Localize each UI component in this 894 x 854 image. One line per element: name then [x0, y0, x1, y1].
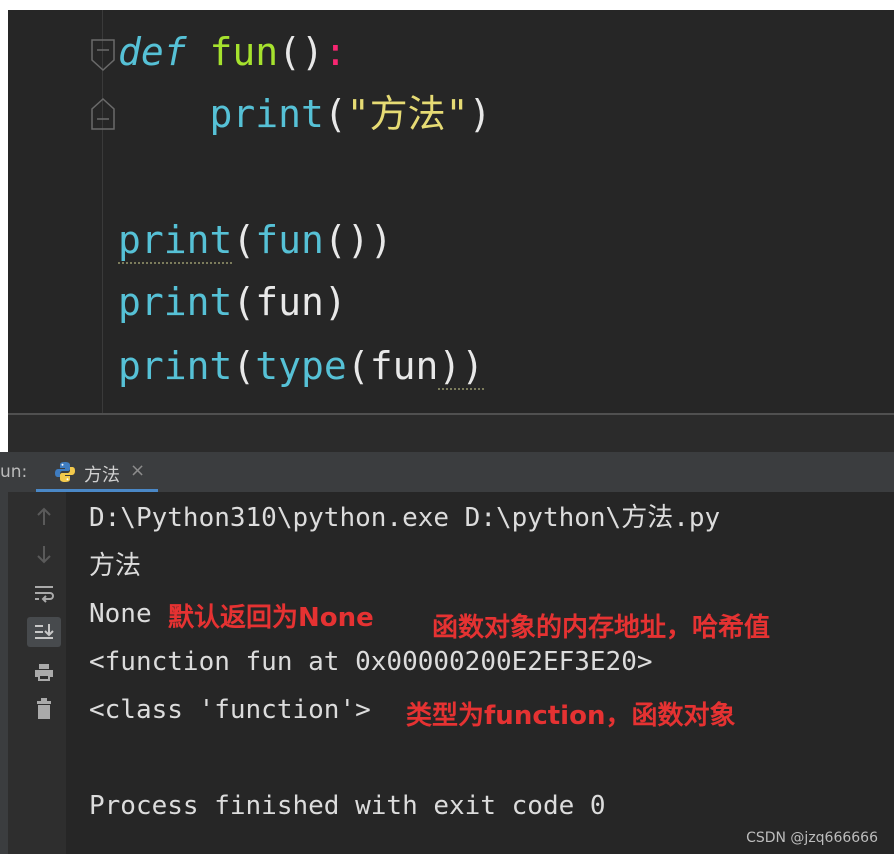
function-name: fun	[209, 30, 279, 74]
print-call: print	[209, 92, 324, 136]
code-line-1: def fun():	[118, 30, 347, 74]
console-line: <function fun at 0x00000200E2EF3E20>	[89, 647, 653, 677]
close-paren: )	[323, 280, 347, 324]
open-paren: (	[346, 344, 370, 388]
console-line: 方法	[89, 551, 142, 581]
code-line-2: print("方法")	[118, 92, 492, 136]
arrow-up-icon[interactable]	[27, 502, 61, 532]
tab-label: 方法	[84, 465, 120, 486]
console-line: <class 'function'>	[89, 695, 371, 725]
open-paren: (	[232, 344, 256, 388]
print-call: print	[118, 218, 233, 264]
window-edge	[0, 492, 8, 854]
print-call: print	[118, 280, 233, 324]
print-icon[interactable]	[27, 657, 61, 687]
close-icon[interactable]: ×	[130, 460, 145, 481]
type-call: type	[255, 344, 347, 388]
console-line: None	[89, 599, 152, 629]
fun-reference: fun	[255, 218, 324, 262]
colon: :	[323, 30, 347, 74]
parens: ()	[278, 30, 324, 74]
open-paren: (	[232, 218, 256, 262]
code-line-4: print(fun())	[118, 218, 393, 264]
console-output[interactable]: D:\Python310\python.exe D:\python\方法.py …	[0, 492, 894, 854]
fun-reference: fun	[369, 344, 439, 388]
tab-run-config[interactable]: 方法 ×	[36, 452, 158, 492]
watermark: CSDN @jzq666666	[746, 830, 878, 846]
panel-gap	[8, 415, 894, 452]
annotation-address: 函数对象的内存地址，哈希值	[432, 613, 771, 643]
close-parens: ))	[438, 344, 485, 390]
fun-reference: fun	[255, 280, 324, 324]
run-label: un:	[0, 462, 28, 482]
fold-collapse-icon[interactable]	[90, 38, 116, 72]
trash-icon[interactable]	[27, 694, 61, 724]
open-paren: (	[232, 280, 256, 324]
print-call: print	[118, 344, 233, 388]
annotation-class: 类型为function，函数对象	[406, 701, 736, 731]
console-line: Process finished with exit code 0	[89, 791, 606, 821]
string-literal: "方法"	[346, 92, 469, 136]
console-line: D:\Python310\python.exe D:\python\方法.py	[89, 503, 721, 533]
python-icon	[55, 462, 75, 482]
code-line-5: print(fun)	[118, 280, 347, 324]
soft-wrap-icon[interactable]	[27, 579, 61, 609]
code-line-6: print(type(fun))	[118, 344, 485, 390]
def-keyword: def	[118, 30, 187, 74]
code-editor[interactable]: def fun(): print("方法") print(fun()) prin…	[8, 10, 894, 413]
open-paren: (	[323, 92, 347, 136]
annotation-none: 默认返回为None	[168, 603, 374, 633]
console-toolbar	[8, 492, 66, 854]
arrow-down-icon[interactable]	[27, 539, 61, 569]
close-paren: )	[468, 92, 492, 136]
call-parens: ()	[323, 218, 370, 262]
scroll-to-end-icon[interactable]	[27, 617, 61, 647]
close-paren: )	[369, 218, 393, 262]
fold-end-icon[interactable]	[90, 97, 116, 131]
run-tab-bar: un: 方法 ×	[0, 452, 894, 492]
